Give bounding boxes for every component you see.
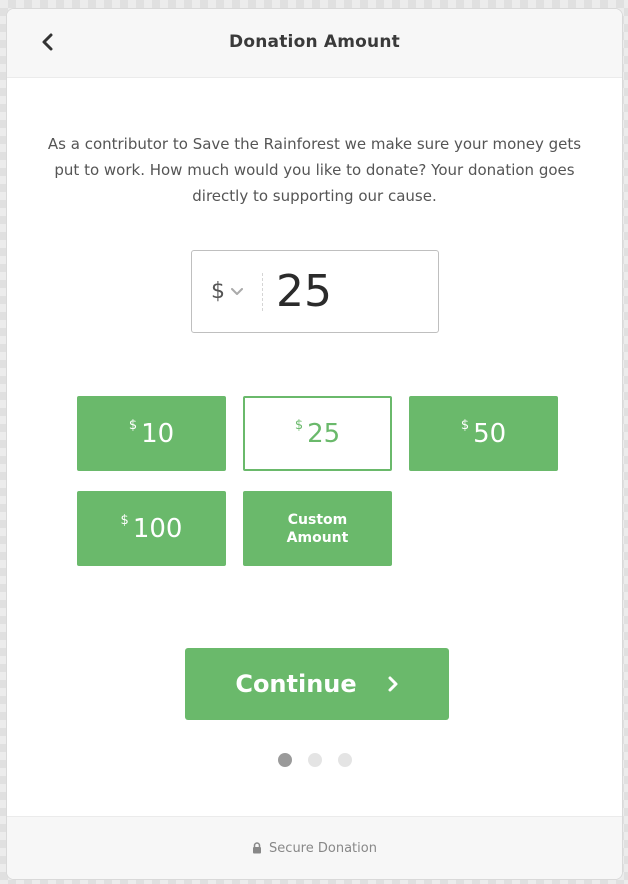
- currency-divider: [262, 273, 263, 311]
- custom-amount-label: Custom Amount: [287, 511, 349, 547]
- custom-label-line1: Custom: [287, 511, 348, 528]
- amount-input[interactable]: [276, 261, 426, 321]
- option-currency: $: [120, 513, 129, 528]
- amount-field: $: [191, 250, 439, 333]
- chevron-right-icon: [388, 676, 398, 692]
- currency-symbol: $: [211, 279, 225, 304]
- header: Donation Amount: [7, 9, 622, 78]
- chevron-down-icon: [231, 287, 243, 295]
- amount-option-10[interactable]: $ 10: [77, 396, 226, 471]
- footer: Secure Donation: [7, 816, 622, 879]
- page-title: Donation Amount: [229, 32, 400, 52]
- option-value: 100: [132, 513, 183, 544]
- option-currency: $: [128, 418, 138, 433]
- amount-option-50[interactable]: $ 50: [409, 396, 558, 471]
- continue-label: Continue: [235, 670, 357, 698]
- currency-select[interactable]: $: [192, 251, 262, 332]
- amount-option-100[interactable]: $ 100: [77, 491, 226, 566]
- option-currency: $: [294, 418, 304, 433]
- pagination-dot-3[interactable]: [337, 753, 352, 767]
- continue-button[interactable]: Continue: [185, 648, 449, 720]
- lock-icon: [253, 842, 262, 854]
- option-value: 25: [307, 418, 341, 449]
- amount-option-25[interactable]: $ 25: [243, 396, 392, 471]
- option-currency: $: [460, 418, 470, 433]
- custom-label-line2: Amount: [286, 529, 349, 546]
- pagination-dots: [7, 753, 622, 767]
- pagination-dot-2[interactable]: [307, 753, 322, 767]
- pagination-dot-1[interactable]: [277, 753, 292, 767]
- donation-card: Donation Amount As a contributor to Save…: [6, 8, 623, 880]
- custom-amount-button[interactable]: Custom Amount: [243, 491, 392, 566]
- option-value: 10: [141, 418, 175, 449]
- description-text: As a contributor to Save the Rainforest …: [47, 135, 582, 205]
- secure-donation-label: Secure Donation: [269, 840, 377, 856]
- option-value: 50: [473, 418, 507, 449]
